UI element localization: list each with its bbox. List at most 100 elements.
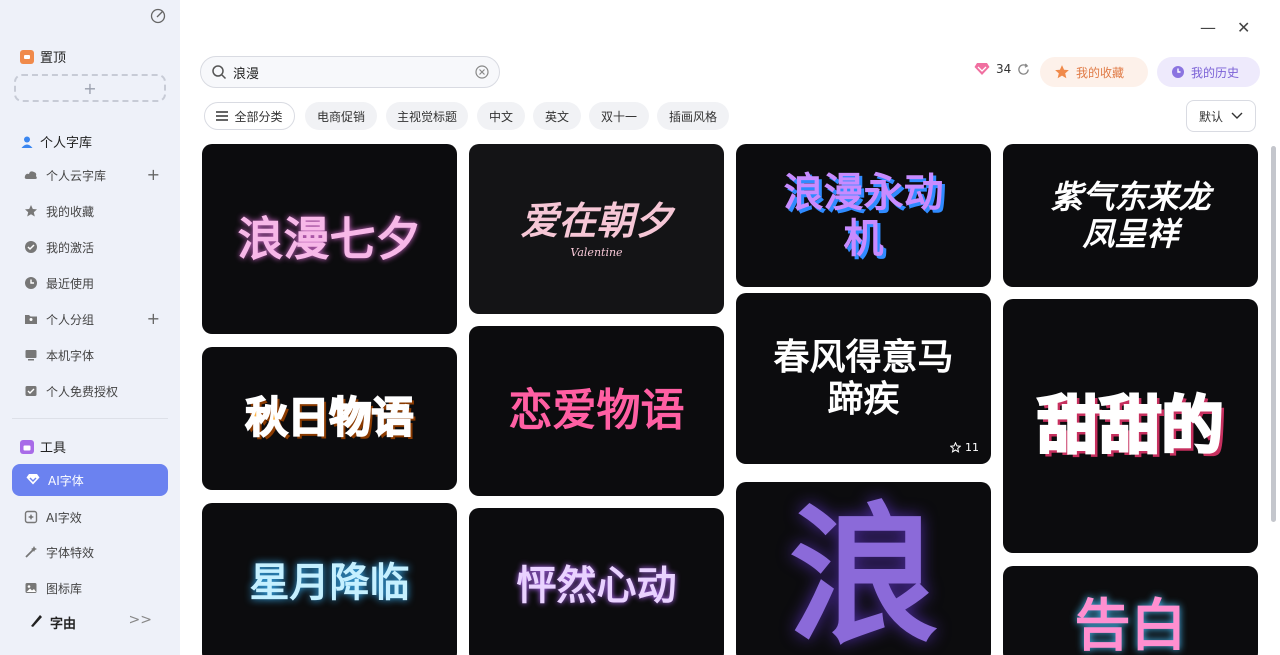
card-text: 告白: [1074, 593, 1187, 655]
diamond-icon: [26, 472, 40, 489]
tools-section: 工具: [20, 437, 66, 456]
all-categories-chip[interactable]: 全部分类: [204, 102, 295, 130]
user-icon: [20, 135, 34, 149]
sidebar-item-label: 图标库: [46, 581, 83, 596]
clock-icon: [24, 276, 38, 290]
sidebar-item-label: AI字效: [46, 510, 82, 525]
sidebar-item-free-license[interactable]: 个人免费授权: [24, 379, 160, 403]
favorite-count-badge[interactable]: 11: [950, 441, 979, 454]
filter-chip-english[interactable]: 英文: [533, 102, 581, 130]
font-card[interactable]: 怦然心动: [469, 508, 724, 655]
font-card[interactable]: 春风得意马蹄疾 11: [736, 293, 991, 464]
sidebar-item-label: 最近使用: [46, 276, 95, 291]
card-text: 秋日物语: [244, 393, 414, 444]
filter-chip-double-eleven[interactable]: 双十一: [589, 102, 649, 130]
card-text: 春风得意马蹄疾: [773, 336, 954, 420]
minimize-button[interactable]: —: [1200, 18, 1216, 37]
tools-label: 工具: [40, 441, 67, 456]
sidebar-item-label: 我的收藏: [46, 204, 95, 219]
add-cloud-button[interactable]: +: [147, 165, 160, 184]
library-label: 个人字库: [40, 136, 93, 151]
all-categories-label: 全部分类: [234, 109, 283, 124]
sort-dropdown[interactable]: 默认: [1186, 100, 1256, 132]
library-section: 个人字库: [20, 132, 92, 151]
card-text: 爱在朝夕: [520, 197, 673, 243]
card-text: 紫气东来龙凤呈祥: [1050, 177, 1211, 253]
toolbox-icon: [20, 439, 34, 454]
font-card[interactable]: 恋爱物语: [469, 326, 724, 496]
add-symbol: +: [83, 78, 97, 98]
expand-sidebar-button[interactable]: >>: [129, 612, 152, 628]
filter-chip-chinese[interactable]: 中文: [477, 102, 525, 130]
refresh-icon[interactable]: [1017, 62, 1030, 76]
brand-pen-icon: [28, 612, 44, 632]
sidebar-item-icon-library[interactable]: 图标库: [24, 576, 160, 600]
monitor-icon: [24, 348, 38, 362]
add-pinned-button[interactable]: +: [14, 74, 166, 102]
star-icon: [1055, 65, 1069, 79]
font-card[interactable]: 星月降临: [202, 503, 457, 655]
history-label: 我的历史: [1191, 65, 1240, 80]
font-card[interactable]: 浪漫七夕: [202, 144, 457, 334]
sidebar-item-groups[interactable]: 个人分组 +: [24, 307, 160, 331]
font-card[interactable]: 告白: [1003, 566, 1258, 655]
search-box: [200, 56, 500, 88]
favorite-count: 11: [965, 441, 979, 454]
edit-icon[interactable]: [150, 8, 166, 24]
font-card[interactable]: 秋日物语: [202, 347, 457, 490]
clock-icon: [1172, 66, 1184, 78]
clear-search-icon[interactable]: [475, 65, 489, 79]
brand-name: 字由: [50, 616, 77, 632]
card-text: 甜甜的: [1036, 389, 1225, 464]
favorites-label: 我的收藏: [1076, 65, 1125, 80]
sidebar-item-favorites[interactable]: 我的收藏: [24, 199, 160, 223]
gem-icon: [974, 63, 990, 75]
card-subtext: Valentine: [570, 246, 623, 260]
sidebar-item-font-effects[interactable]: 字体特效: [24, 540, 160, 564]
credits-count: 34: [996, 62, 1012, 76]
sparkle-icon: [24, 510, 38, 524]
menu-icon: [216, 111, 229, 121]
close-button[interactable]: ✕: [1237, 18, 1250, 37]
sidebar-item-label: 个人云字库: [46, 168, 107, 183]
image-icon: [24, 581, 38, 595]
font-card[interactable]: 爱在朝夕 Valentine: [469, 144, 724, 314]
filter-chip-ecommerce[interactable]: 电商促销: [305, 102, 377, 130]
license-icon: [24, 384, 38, 398]
sidebar-item-label: 我的激活: [46, 240, 95, 255]
card-text: 浪漫永动机: [783, 168, 944, 262]
card-text: 恋爱物语: [508, 384, 685, 436]
sidebar-item-ai-font[interactable]: AI字体: [12, 464, 168, 496]
card-text: 星月降临: [249, 559, 410, 606]
search-icon: [212, 65, 227, 80]
pinned-label: 置顶: [40, 51, 67, 66]
sidebar-item-ai-effect[interactable]: AI字效: [24, 505, 160, 529]
filter-chip-main-title[interactable]: 主视觉标题: [386, 102, 468, 130]
sidebar-item-cloud[interactable]: 个人云字库 +: [24, 163, 160, 187]
font-card[interactable]: 甜甜的: [1003, 299, 1258, 553]
pin-icon: [20, 49, 34, 64]
font-card[interactable]: 浪: [736, 482, 991, 655]
font-card[interactable]: 紫气东来龙凤呈祥: [1003, 144, 1258, 287]
search-input[interactable]: [233, 64, 475, 80]
font-card[interactable]: 浪漫永动机: [736, 144, 991, 287]
add-group-button[interactable]: +: [147, 309, 160, 328]
filter-chip-illustration[interactable]: 插画风格: [657, 102, 729, 130]
sort-label: 默认: [1198, 109, 1223, 124]
brand-footer: 字由 >>: [28, 612, 152, 632]
my-history-button[interactable]: 我的历史: [1157, 57, 1260, 87]
star-outline-icon: [950, 442, 961, 453]
sidebar-item-activated[interactable]: 我的激活: [24, 235, 160, 259]
sidebar-item-local-fonts[interactable]: 本机字体: [24, 343, 160, 367]
sidebar-item-label: 个人分组: [46, 312, 95, 327]
magic-wand-icon: [24, 545, 38, 559]
sidebar: 置顶 + 个人字库 个人云字库 + 我的收藏 我的激活 最近使用 个人分组 + …: [0, 0, 180, 655]
my-favorites-button[interactable]: 我的收藏: [1040, 57, 1148, 87]
sidebar-item-label: AI字体: [48, 473, 84, 488]
sidebar-item-recent[interactable]: 最近使用: [24, 271, 160, 295]
scrollbar[interactable]: [1271, 146, 1276, 522]
sidebar-divider: [12, 418, 168, 419]
card-text: 浪: [788, 488, 939, 655]
card-text: 浪漫七夕: [237, 211, 422, 266]
sidebar-item-label: 本机字体: [46, 348, 95, 363]
